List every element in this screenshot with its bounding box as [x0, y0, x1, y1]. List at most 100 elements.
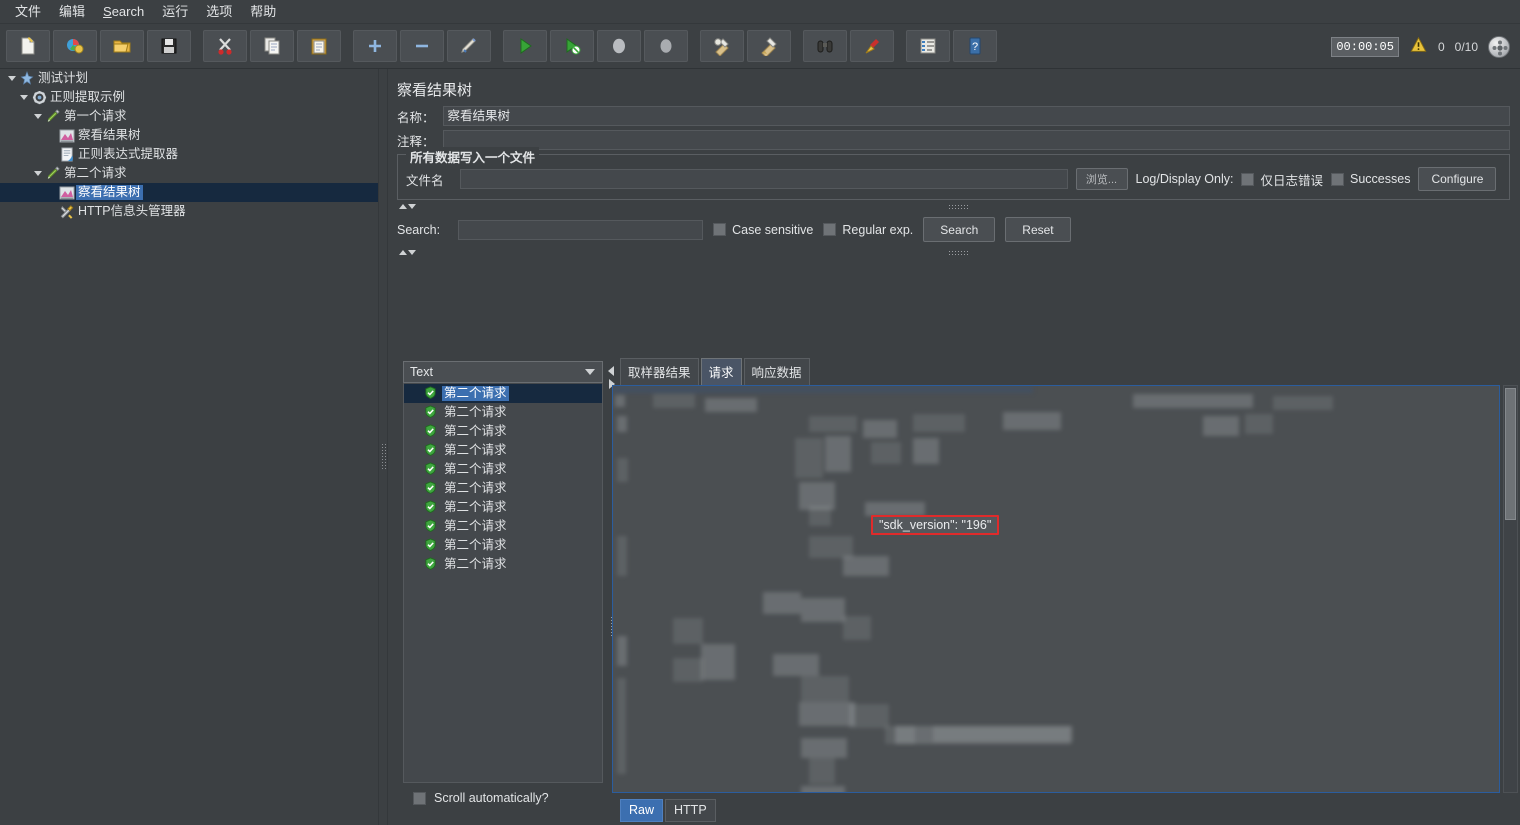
cut-button[interactable] — [203, 30, 247, 62]
tab-sampler-result[interactable]: 取样器结果 — [620, 358, 699, 385]
lower-split-divider[interactable] — [397, 248, 1510, 257]
tab-request[interactable]: 请求 — [700, 358, 742, 385]
twisty-expanded-icon[interactable] — [32, 168, 44, 180]
clear-button[interactable] — [700, 30, 744, 62]
tree-node-thread-group[interactable]: 正则提取示例 — [0, 88, 378, 107]
open-button[interactable] — [100, 30, 144, 62]
jmeter-window: 文件 编辑 Search 运行 选项 帮助 ? 00:00:05 0 0/10 … — [0, 0, 1520, 825]
tree-node-second-request[interactable]: 第二个请求 — [0, 164, 378, 183]
browse-button[interactable]: 浏览... — [1075, 168, 1128, 190]
case-sensitive-label: Case sensitive — [732, 222, 814, 237]
success-icon — [424, 480, 437, 497]
twisty-expanded-icon[interactable] — [6, 73, 18, 85]
list-item[interactable]: 第二个请求 — [404, 384, 602, 403]
stop-button[interactable] — [597, 30, 641, 62]
tree-node-header-manager[interactable]: HTTP信息头管理器 — [0, 202, 378, 221]
comment-input[interactable] — [442, 130, 1510, 150]
configure-button[interactable]: Configure — [1418, 167, 1497, 191]
twisty-expanded-icon[interactable] — [18, 92, 30, 104]
list-item[interactable]: 第二个请求 — [404, 441, 602, 460]
expand-button[interactable] — [353, 30, 397, 62]
renderer-select[interactable]: Text — [403, 361, 603, 383]
list-item[interactable]: 第二个请求 — [404, 517, 602, 536]
test-plan-tree[interactable]: 测试计划 正则提取示例 第一个请求 察看结果树 正则表达式提取器 第二个请求 察… — [0, 69, 378, 825]
tab-http[interactable]: HTTP — [665, 799, 716, 822]
clear-all-button[interactable] — [747, 30, 791, 62]
checkbox-box[interactable] — [713, 223, 727, 236]
menu-options[interactable]: 选项 — [197, 1, 241, 23]
content-vertical-scrollbar[interactable] — [1503, 385, 1518, 793]
start-button[interactable] — [503, 30, 547, 62]
request-content-view[interactable]: "sdk_version": "196" — [612, 385, 1500, 793]
list-item[interactable]: 第二个请求 — [404, 498, 602, 517]
paste-button[interactable] — [297, 30, 341, 62]
save-button[interactable] — [147, 30, 191, 62]
menu-edit[interactable]: 编辑 — [50, 1, 94, 23]
split-grip[interactable] — [948, 204, 970, 209]
list-item[interactable]: 第二个请求 — [404, 479, 602, 498]
reset-button[interactable]: Reset — [1005, 217, 1071, 242]
collapse-up-arrow[interactable] — [399, 204, 407, 209]
list-item[interactable]: 第二个请求 — [404, 555, 602, 574]
regular-exp-checkbox[interactable]: Regular exp. — [823, 223, 913, 237]
tree-node-regex-extractor[interactable]: 正则表达式提取器 — [0, 145, 378, 164]
twisty-expanded-icon[interactable] — [32, 111, 44, 123]
list-item[interactable]: 第二个请求 — [404, 422, 602, 441]
checkbox-box[interactable] — [413, 791, 426, 805]
checkbox-box[interactable] — [1331, 172, 1344, 186]
warning-icon[interactable] — [1409, 36, 1428, 57]
main-split-divider[interactable] — [378, 69, 388, 825]
tab-response-data[interactable]: 响应数据 — [743, 358, 810, 385]
scroll-automatically-checkbox[interactable]: Scroll automatically? — [403, 783, 603, 805]
templates-icon — [65, 36, 85, 56]
copy-button[interactable] — [250, 30, 294, 62]
search-tree-button[interactable] — [803, 30, 847, 62]
split-arrows[interactable] — [399, 250, 416, 255]
view-results-tree-icon — [58, 128, 76, 144]
tree-node-test-plan[interactable]: 测试计划 — [0, 69, 378, 88]
split-arrows[interactable] — [399, 204, 416, 209]
tree-node-view-results-tree-1[interactable]: 察看结果树 — [0, 126, 378, 145]
new-button[interactable] — [6, 30, 50, 62]
shutdown-button[interactable] — [644, 30, 688, 62]
sampler-results-list[interactable]: 第二个请求 第二个请求 第二个请求 第二个请求 第二个请求 第二个请求 第二个请… — [403, 383, 603, 783]
checkbox-box[interactable] — [1241, 172, 1255, 186]
templates-button[interactable] — [53, 30, 97, 62]
collapse-down-arrow[interactable] — [408, 204, 416, 209]
list-item-label: 第二个请求 — [444, 557, 507, 571]
errors-only-checkbox[interactable]: 仅日志错误 — [1241, 170, 1323, 189]
name-input[interactable]: 察看结果树 — [442, 106, 1510, 126]
connection-status-icon[interactable] — [1488, 35, 1510, 58]
tab-raw[interactable]: Raw — [620, 799, 664, 822]
split-grip[interactable] — [948, 250, 970, 255]
list-item[interactable]: 第二个请求 — [404, 460, 602, 479]
checkbox-box[interactable] — [823, 223, 837, 236]
collapse-down-arrow[interactable] — [408, 250, 416, 255]
tree-node-view-results-tree-2[interactable]: 察看结果树 — [0, 183, 378, 202]
collapse-button[interactable] — [400, 30, 444, 62]
start-no-pauses-button[interactable] — [550, 30, 594, 62]
menu-file[interactable]: 文件 — [6, 1, 50, 23]
menu-help[interactable]: 帮助 — [241, 1, 285, 23]
menu-run[interactable]: 运行 — [153, 1, 197, 23]
function-helper-button[interactable] — [906, 30, 950, 62]
search-bar: Search: Case sensitive Regular exp. Sear… — [389, 213, 1520, 246]
search-input[interactable] — [458, 219, 704, 240]
menu-search[interactable]: Search — [94, 1, 153, 23]
split-grip[interactable] — [381, 443, 387, 469]
scrollbar-thumb[interactable] — [1505, 388, 1516, 520]
tree-node-first-request[interactable]: 第一个请求 — [0, 107, 378, 126]
case-sensitive-checkbox[interactable]: Case sensitive — [713, 223, 813, 237]
filename-input[interactable] — [459, 169, 1068, 189]
list-item[interactable]: 第二个请求 — [404, 403, 602, 422]
successes-checkbox[interactable]: Successes — [1331, 172, 1410, 186]
upper-split-divider[interactable] — [397, 202, 1510, 211]
search-button[interactable]: Search — [923, 217, 996, 242]
help-button[interactable]: ? — [953, 30, 997, 62]
list-item[interactable]: 第二个请求 — [404, 536, 602, 555]
chevron-down-icon[interactable] — [585, 369, 595, 375]
success-icon — [424, 423, 437, 440]
toggle-button[interactable] — [447, 30, 491, 62]
search-reset-button[interactable] — [850, 30, 894, 62]
collapse-up-arrow[interactable] — [399, 250, 407, 255]
